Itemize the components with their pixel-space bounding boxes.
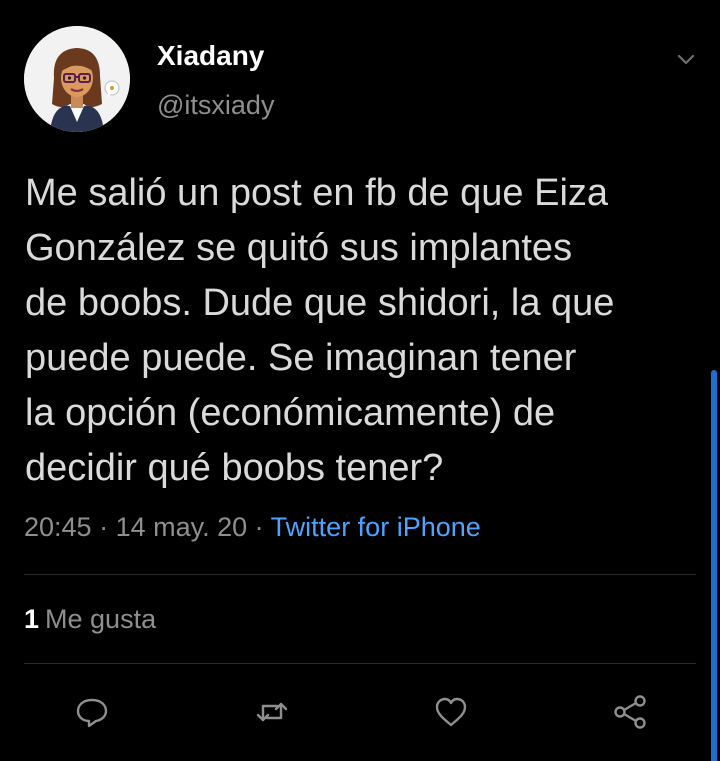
meta-separator: · (91, 512, 116, 542)
scrollbar[interactable] (711, 370, 717, 761)
tweet-meta: 20:45 · 14 may. 20 · Twitter for iPhone (24, 512, 481, 543)
likes-label: Me gusta (45, 604, 157, 634)
chevron-down-icon[interactable] (672, 46, 700, 74)
retweet-icon[interactable] (252, 692, 292, 732)
tweet-detail: Xiadany @itsxiady Me salió un post en fb… (0, 0, 720, 761)
tweet-text: Me salió un post en fb de que Eiza Gonzá… (25, 172, 615, 489)
likes-stat[interactable]: 1 Me gusta (24, 604, 156, 635)
tweet-time: 20:45 (24, 512, 92, 542)
likes-count: 1 (24, 604, 40, 634)
meta-separator: · (247, 512, 271, 542)
reply-icon[interactable] (72, 692, 112, 732)
bitmoji-avatar-icon (24, 26, 130, 132)
tweet-date: 14 may. 20 (115, 512, 248, 542)
avatar[interactable] (24, 26, 130, 132)
share-icon[interactable] (610, 692, 650, 732)
tweet-source-link[interactable]: Twitter for iPhone (271, 512, 481, 542)
divider (24, 574, 696, 575)
heart-icon[interactable] (431, 692, 471, 732)
author-display-name[interactable]: Xiadany (157, 40, 264, 72)
author-handle[interactable]: @itsxiady (157, 90, 274, 121)
divider (24, 663, 696, 664)
